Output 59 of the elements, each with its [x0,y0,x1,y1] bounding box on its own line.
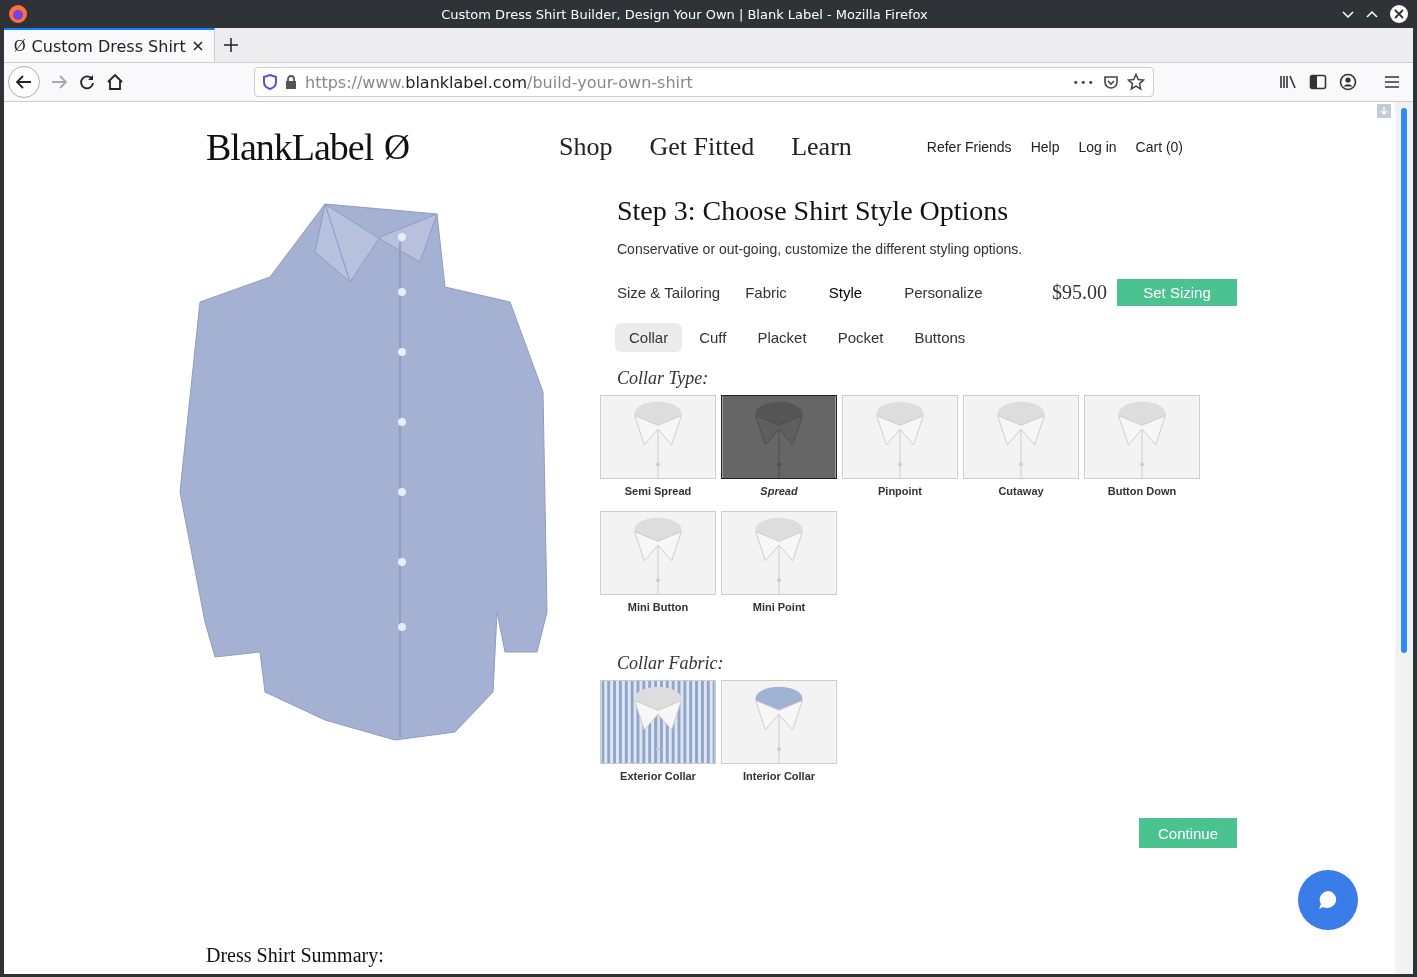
reload-icon[interactable] [78,73,96,91]
subtitle-text: Conservative or out-going, customize the different styling options. [617,241,1024,257]
sidebar-icon[interactable] [1309,74,1327,90]
plus-icon[interactable] [222,37,239,53]
option-tab[interactable]: Collar [615,323,683,352]
price-text: $95.00 [1052,281,1107,304]
option-label[interactable]: Pinpoint [878,485,922,497]
option-tab[interactable]: Placket [743,323,821,352]
home-icon[interactable] [106,73,124,91]
logo-text[interactable]: BlankLabel [206,125,384,169]
chat-button[interactable] [1298,870,1358,930]
option-tab[interactable]: Buttons [900,323,980,352]
shield-icon[interactable] [263,74,277,90]
chat-bubble-icon [1317,889,1339,911]
option-label[interactable]: Interior Collar [742,770,816,782]
option-label[interactable]: Button Down [1107,485,1177,497]
header-link[interactable]: Refer Friends [926,139,1012,155]
nav-link[interactable]: Get Fitted [649,132,755,162]
step-tab[interactable]: Style [828,284,863,301]
window-title: Custom Dress Shirt Builder, Design Your Own | Blank Label - Mozilla Firefox [440,6,929,22]
step-tab[interactable]: Size & Tailoring [617,284,721,301]
option-label[interactable]: Mini Button [627,601,689,613]
scrollbar[interactable] [1395,102,1413,974]
close-icon[interactable] [1389,4,1409,24]
pocket-icon[interactable] [1103,74,1119,90]
maximize-icon[interactable] [1365,9,1379,19]
star-icon[interactable] [1127,73,1145,91]
option-tab[interactable]: Pocket [823,323,898,352]
minimize-icon[interactable] [1341,9,1355,19]
close-icon[interactable] [191,40,204,52]
address-bar[interactable]: https://www.blanklabel.com/build-your-own-shirt ••• [254,67,1154,97]
step-tab[interactable]: Fabric [745,284,787,301]
logo-mark[interactable]: Ø [384,126,559,168]
option-tab[interactable]: Cuff [685,323,741,352]
back-button[interactable] [8,66,40,98]
page-title: Step 3: Choose Shirt Style Options [617,195,1010,227]
option-label[interactable]: Mini Point [752,601,806,613]
account-icon[interactable] [1339,73,1357,91]
menu-icon[interactable] [1383,74,1401,90]
url-text: https://www.blanklabel.com/build-your-own-shirt [305,72,694,92]
library-icon[interactable] [1279,74,1297,90]
step-tab[interactable]: Personalize [904,284,983,301]
option-label[interactable]: Exterior Collar [620,770,696,782]
section-heading: Collar Fabric: [617,653,725,674]
section-heading: Collar Type: [617,368,710,389]
header-link[interactable]: Log in [1078,139,1117,155]
summary-heading: Dress Shirt Summary: [206,944,384,967]
option-label[interactable]: Spread [760,485,798,497]
header-link[interactable]: Cart (0) [1135,139,1184,155]
header-link[interactable]: Help [1030,139,1060,155]
firefox-logo-icon [8,4,28,24]
lock-icon [285,75,297,89]
nav-link[interactable]: Shop [559,132,613,162]
browser-tab[interactable]: Ø Custom Dress Shirt [4,28,215,62]
back-arrow-icon [15,73,33,91]
option-label[interactable]: Semi Spread [624,485,692,497]
more-actions-icon[interactable]: ••• [1072,75,1095,89]
nav-link[interactable]: Learn [791,132,852,162]
option-label[interactable]: Cutaway [998,485,1044,497]
